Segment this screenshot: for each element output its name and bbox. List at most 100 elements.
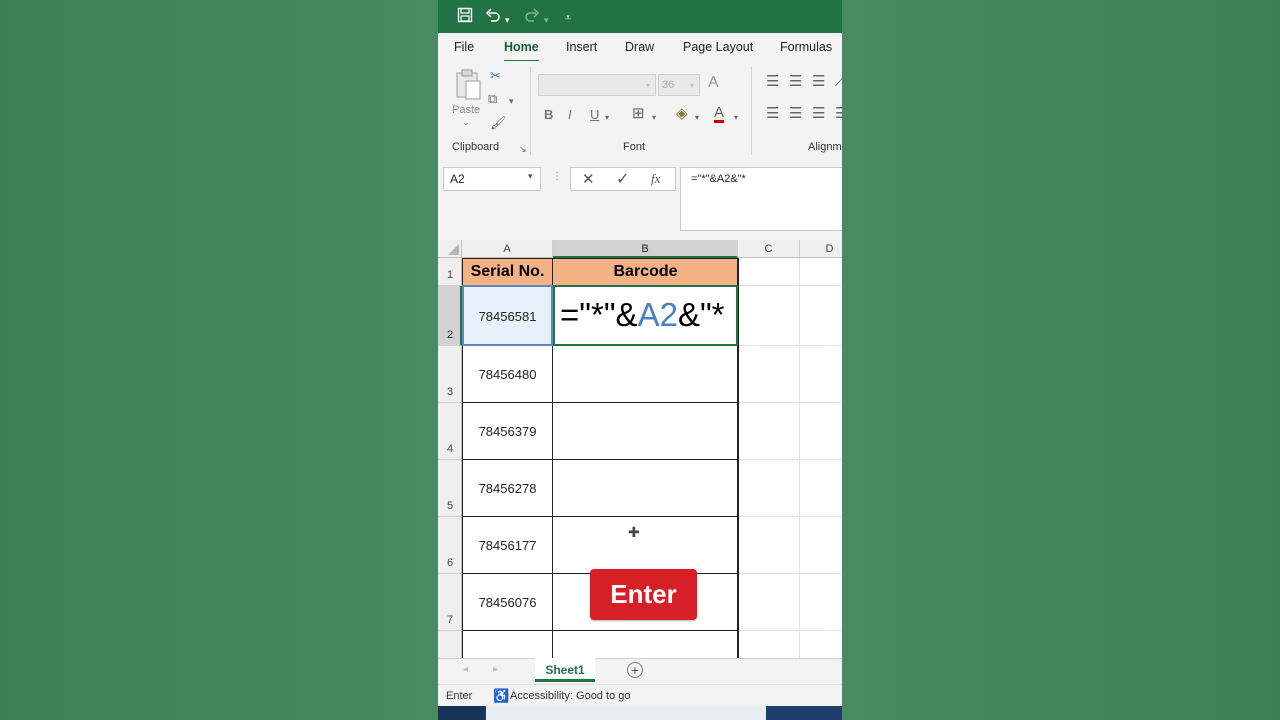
gridline [738, 516, 842, 517]
accessibility-icon[interactable]: ♿ [493, 688, 509, 704]
row-header-8[interactable] [438, 631, 462, 658]
header-serial-no[interactable]: Serial No. [462, 258, 553, 286]
row-header-5[interactable]: 5 [438, 460, 462, 517]
align-center-icon[interactable]: ☰ [789, 106, 802, 121]
enter-key-overlay: Enter [590, 569, 697, 620]
title-bar: ▾ ▾ ⩡ [438, 0, 842, 33]
copy-dropdown-icon[interactable]: ▾ [509, 94, 514, 108]
tab-home[interactable]: Home [504, 40, 539, 63]
column-header-b[interactable]: B [553, 240, 738, 258]
column-header-d[interactable]: D [800, 240, 842, 258]
gridline [738, 402, 842, 403]
fill-dropdown-icon[interactable]: ▾ [695, 111, 699, 125]
formula-input[interactable]: ="*"&A2&"* [680, 167, 842, 231]
font-color-icon[interactable]: A [714, 105, 725, 123]
row-header-1[interactable]: 1 [438, 258, 462, 286]
clipboard-group-label: Clipboard [452, 141, 500, 153]
bold-button[interactable]: B [544, 108, 553, 122]
borders-icon[interactable]: ⊞ [632, 106, 645, 121]
paste-label[interactable]: Paste [452, 104, 480, 116]
paste-dropdown-icon[interactable]: ⌄ [462, 117, 470, 128]
underline-dropdown-icon[interactable]: ▾ [605, 111, 609, 125]
row-header-3[interactable]: 3 [438, 346, 462, 403]
align-middle-icon[interactable]: ☰ [789, 74, 802, 89]
tab-draw[interactable]: Draw [625, 40, 654, 54]
cell-a4[interactable]: 78456379 [462, 403, 553, 460]
column-header-c[interactable]: C [738, 240, 800, 258]
orientation-icon[interactable]: ⟋ [835, 74, 842, 89]
gridline [738, 630, 842, 631]
save-icon[interactable] [457, 7, 473, 23]
status-mode: Enter [446, 690, 473, 702]
add-sheet-icon[interactable]: + [627, 662, 643, 678]
background-left [0, 0, 438, 720]
font-name-select[interactable] [538, 74, 656, 96]
tab-file[interactable]: File [454, 40, 474, 54]
accessibility-status[interactable]: Accessibility: Good to go [510, 690, 630, 702]
align-left-icon[interactable]: ☰ [766, 106, 779, 121]
tab-page-layout[interactable]: Page Layout [683, 40, 753, 54]
customize-icon[interactable]: ⩡ [565, 9, 571, 27]
undo-icon[interactable] [485, 7, 501, 23]
sheet-tab-bar: ◂ ▸ Sheet1 + [438, 658, 842, 685]
row-number: 3 [446, 386, 454, 398]
format-painter-icon[interactable]: 🖌 [490, 116, 507, 130]
ribbon-separator [751, 67, 752, 155]
borders-dropdown-icon[interactable]: ▾ [652, 111, 656, 125]
fill-color-icon[interactable]: ◈ [676, 106, 688, 121]
align-right-icon[interactable]: ☰ [812, 106, 825, 121]
cell-a3[interactable]: 78456480 [462, 346, 553, 403]
ribbon: Paste ⌄ ✂ ⧉ ▾ 🖌 Clipboard ↘ ▾ 36 ▾ A B I… [438, 61, 842, 159]
table-border [462, 459, 738, 460]
header-barcode[interactable]: Barcode [553, 258, 738, 286]
name-box-dropdown-icon[interactable]: ▾ [528, 171, 533, 182]
table-border [462, 516, 738, 517]
row-header-7[interactable]: 7 [438, 574, 462, 631]
row-header-6[interactable]: 6 [438, 517, 462, 574]
column-header-a[interactable]: A [462, 240, 553, 258]
copy-icon[interactable]: ⧉ [488, 92, 497, 106]
formula-buttons: ✕ ✓ fx [570, 167, 676, 191]
table-border [462, 402, 738, 403]
clipboard-launcher-icon[interactable]: ↘ [519, 142, 527, 156]
tab-formulas[interactable]: Formulas [780, 40, 832, 54]
cut-icon[interactable]: ✂ [490, 69, 501, 83]
cell-a7[interactable]: 78456076 [462, 574, 553, 631]
sheet-next-icon[interactable]: ▸ [493, 664, 498, 675]
sheet-prev-icon[interactable]: ◂ [463, 664, 468, 675]
italic-button[interactable]: I [568, 108, 572, 122]
table-border [462, 630, 738, 631]
row-header-2[interactable]: 2 [438, 286, 462, 346]
windows-taskbar [438, 706, 842, 720]
increase-font-icon[interactable]: A [708, 75, 719, 91]
paste-icon[interactable] [454, 69, 482, 104]
insert-function-icon[interactable]: fx [651, 171, 660, 187]
row-number: 7 [446, 614, 454, 626]
row-header-4[interactable]: 4 [438, 403, 462, 460]
row-number: 2 [446, 329, 454, 341]
align-top-icon[interactable]: ☰ [766, 74, 779, 89]
cell-edit-text[interactable]: ="*"&A2&"* [554, 284, 842, 346]
tab-insert[interactable]: Insert [566, 40, 597, 54]
background-right [842, 0, 1280, 720]
start-button[interactable] [438, 706, 484, 720]
indent-icon[interactable]: ☰ [835, 106, 842, 121]
name-box[interactable]: A2 ▾ [443, 167, 541, 191]
undo-dropdown-icon[interactable]: ▾ [505, 11, 510, 29]
font-color-dropdown-icon[interactable]: ▾ [734, 111, 738, 125]
align-bottom-icon[interactable]: ☰ [812, 74, 825, 89]
sheet-tab-sheet1[interactable]: Sheet1 [535, 658, 595, 682]
cell-a5[interactable]: 78456278 [462, 460, 553, 517]
select-all-corner[interactable] [438, 240, 462, 258]
font-size-dropdown-icon[interactable]: ▾ [690, 79, 694, 93]
font-group-label: Font [623, 141, 646, 153]
cancel-icon[interactable]: ✕ [582, 170, 595, 188]
taskbar-search[interactable] [486, 706, 766, 720]
font-name-dropdown-icon[interactable]: ▾ [646, 79, 650, 93]
confirm-icon[interactable]: ✓ [616, 169, 629, 189]
cell-a6[interactable]: 78456177 [462, 517, 553, 574]
row-number: 1 [446, 269, 454, 281]
underline-button[interactable]: U [590, 108, 599, 122]
status-bar: Enter ♿ Accessibility: Good to go [438, 684, 842, 707]
name-box-value: A2 [450, 172, 465, 186]
